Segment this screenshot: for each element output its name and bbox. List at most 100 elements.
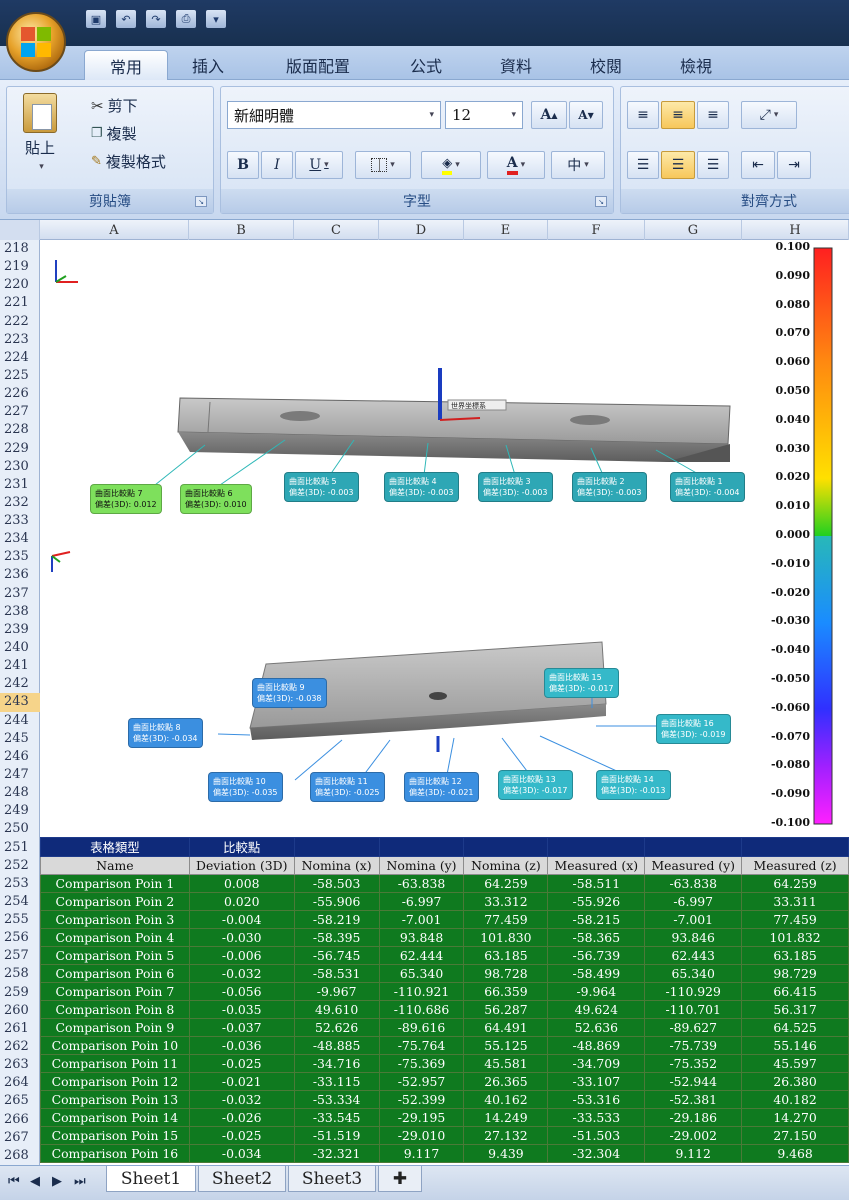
column-header-h[interactable]: H <box>742 220 849 240</box>
table-cell[interactable]: -0.034 <box>188 1144 295 1163</box>
increase-indent-button[interactable]: ⇥ <box>777 151 811 179</box>
table-cell[interactable]: Measured (x) <box>547 856 646 875</box>
table-cell[interactable]: 49.624 <box>547 1000 646 1019</box>
align-left-button[interactable]: ☰ <box>627 151 659 179</box>
tab-formulas[interactable]: 公式 <box>398 50 454 80</box>
row-header[interactable]: 246 <box>0 748 40 766</box>
table-cell[interactable]: -53.316 <box>547 1090 646 1109</box>
table-cell[interactable]: -9.964 <box>547 982 646 1001</box>
table-cell[interactable]: -75.352 <box>644 1054 743 1073</box>
table-cell[interactable]: -55.926 <box>547 892 646 911</box>
table-cell[interactable]: 33.311 <box>741 892 849 911</box>
table-cell[interactable]: Nomina (y) <box>378 856 465 875</box>
underline-button[interactable]: U ▾ <box>295 151 343 179</box>
table-cell[interactable]: 77.459 <box>741 910 849 929</box>
table-cell[interactable]: 101.830 <box>463 928 549 947</box>
table-cell[interactable]: 64.491 <box>463 1018 549 1037</box>
clipboard-launcher-icon[interactable]: ↘ <box>195 196 207 207</box>
row-header[interactable]: 218 <box>0 240 40 258</box>
column-header-a[interactable]: A <box>40 220 189 240</box>
table-cell[interactable]: Comparison Poin 1 <box>40 874 190 893</box>
row-header[interactable]: 241 <box>0 657 40 675</box>
row-header[interactable]: 251 <box>0 839 40 857</box>
table-cell[interactable]: -0.006 <box>188 946 295 965</box>
phonetic-button[interactable]: 中 ▾ <box>551 151 605 179</box>
row-header[interactable]: 228 <box>0 421 40 439</box>
last-sheet-icon[interactable]: ⏭ <box>74 1174 86 1189</box>
table-cell[interactable]: -32.304 <box>547 1144 646 1163</box>
table-cell[interactable]: -75.369 <box>378 1054 465 1073</box>
deviation-picture[interactable]: 世界坐標系 0.100 0.090 0.080 0.070 0.060 0.05… <box>40 240 849 837</box>
row-header[interactable]: 230 <box>0 458 40 476</box>
table-cell[interactable]: -0.026 <box>188 1108 295 1127</box>
row-header[interactable]: 219 <box>0 258 40 276</box>
table-cell[interactable]: Measured (y) <box>644 856 743 875</box>
table-cell[interactable]: 0.008 <box>188 874 295 893</box>
table-cell[interactable]: Comparison Poin 15 <box>40 1126 190 1145</box>
table-cell[interactable]: Nomina (x) <box>293 856 380 875</box>
table-cell[interactable]: -110.701 <box>644 1000 743 1019</box>
table-cell[interactable]: Comparison Poin 2 <box>40 892 190 911</box>
row-header[interactable]: 257 <box>0 947 40 965</box>
table-cell[interactable]: -0.037 <box>188 1018 295 1037</box>
table-cell[interactable]: 33.312 <box>463 892 549 911</box>
table-cell[interactable]: -63.838 <box>378 874 465 893</box>
row-header[interactable]: 224 <box>0 349 40 367</box>
table-cell[interactable]: -0.032 <box>188 964 295 983</box>
table-cell[interactable]: Comparison Poin 14 <box>40 1108 190 1127</box>
table-cell[interactable]: Comparison Poin 11 <box>40 1054 190 1073</box>
table-cell[interactable]: 55.146 <box>741 1036 849 1055</box>
save-icon[interactable]: ▣ <box>86 10 106 28</box>
table-cell[interactable]: 52.626 <box>293 1018 380 1037</box>
table-cell[interactable]: -53.334 <box>293 1090 380 1109</box>
office-button[interactable] <box>6 12 66 72</box>
row-header[interactable]: 222 <box>0 313 40 331</box>
table-cell[interactable]: 表格類型 <box>40 837 190 857</box>
table-cell[interactable]: -58.215 <box>547 910 646 929</box>
table-cell[interactable]: -56.739 <box>547 946 646 965</box>
row-header[interactable]: 223 <box>0 331 40 349</box>
table-cell[interactable]: -110.929 <box>644 982 743 1001</box>
table-cell[interactable]: -58.365 <box>547 928 646 947</box>
table-cell[interactable]: -0.025 <box>188 1054 295 1073</box>
row-header[interactable]: 265 <box>0 1092 40 1110</box>
table-cell[interactable]: -55.906 <box>293 892 380 911</box>
table-cell[interactable]: 26.380 <box>741 1072 849 1091</box>
table-cell[interactable]: -7.001 <box>644 910 743 929</box>
table-cell[interactable]: 45.581 <box>463 1054 549 1073</box>
table-cell[interactable]: 14.270 <box>741 1108 849 1127</box>
row-header[interactable]: 235 <box>0 548 40 566</box>
table-cell[interactable]: -33.107 <box>547 1072 646 1091</box>
table-cell[interactable] <box>463 837 549 857</box>
tab-home[interactable]: 常用 <box>84 50 168 80</box>
sheet-tab-sheet2[interactable]: Sheet2 <box>198 1166 286 1192</box>
table-cell[interactable]: 66.415 <box>741 982 849 1001</box>
font-launcher-icon[interactable]: ↘ <box>595 196 607 207</box>
table-cell[interactable]: Comparison Poin 3 <box>40 910 190 929</box>
table-cell[interactable]: 52.636 <box>547 1018 646 1037</box>
table-cell[interactable]: Comparison Poin 8 <box>40 1000 190 1019</box>
table-cell[interactable]: 62.443 <box>644 946 743 965</box>
font-color-button[interactable]: A ▾ <box>487 151 545 179</box>
table-cell[interactable]: Comparison Poin 16 <box>40 1144 190 1163</box>
table-cell[interactable]: -51.519 <box>293 1126 380 1145</box>
table-cell[interactable]: 49.610 <box>293 1000 380 1019</box>
table-cell[interactable]: -9.967 <box>293 982 380 1001</box>
row-header[interactable]: 263 <box>0 1056 40 1074</box>
column-header-g[interactable]: G <box>645 220 742 240</box>
sheet-tab-sheet3[interactable]: Sheet3 <box>288 1166 376 1192</box>
column-header-b[interactable]: B <box>189 220 294 240</box>
column-header-f[interactable]: F <box>548 220 645 240</box>
insert-sheet-icon[interactable]: ✚ <box>378 1166 422 1192</box>
row-header[interactable]: 258 <box>0 965 40 983</box>
row-header[interactable]: 267 <box>0 1129 40 1147</box>
tab-view[interactable]: 檢視 <box>668 50 724 80</box>
row-header[interactable]: 245 <box>0 730 40 748</box>
table-cell[interactable]: -29.010 <box>378 1126 465 1145</box>
column-header-e[interactable]: E <box>464 220 548 240</box>
font-size-field[interactable]: 12 ▾ <box>445 101 523 129</box>
row-header[interactable]: 244 <box>0 712 40 730</box>
table-cell[interactable]: 9.468 <box>741 1144 849 1163</box>
table-cell[interactable]: Comparison Poin 12 <box>40 1072 190 1091</box>
row-header[interactable]: 250 <box>0 820 40 838</box>
